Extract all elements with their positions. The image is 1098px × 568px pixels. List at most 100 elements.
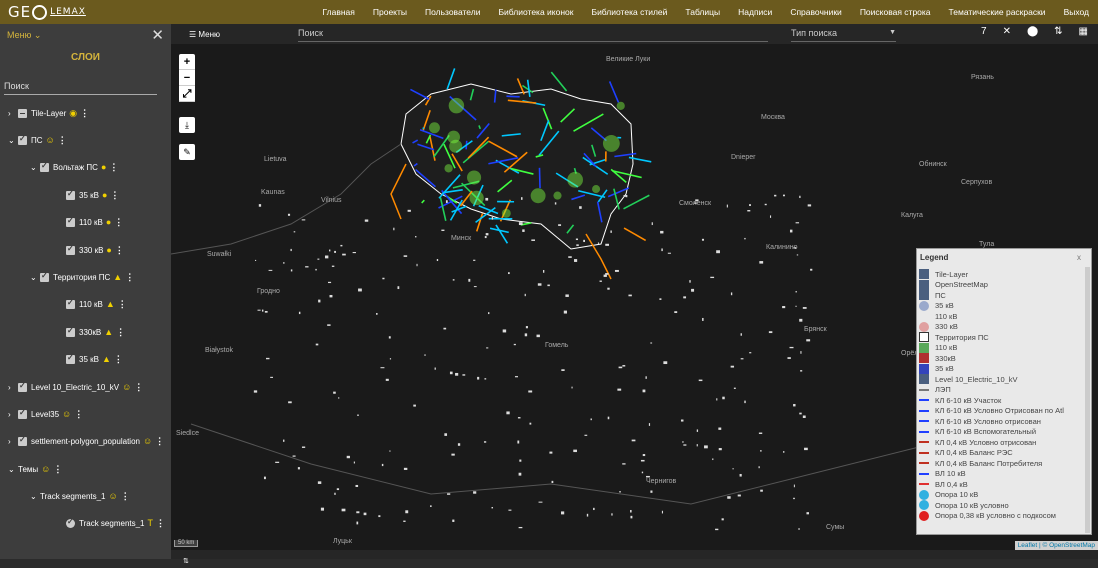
layer-checkbox[interactable]: [66, 519, 75, 528]
more-icon[interactable]: ⋮: [125, 272, 134, 283]
nav-item[interactable]: Библиотека иконок: [498, 7, 573, 17]
location-pin-icon[interactable]: ⬤: [1027, 26, 1038, 37]
layer-item[interactable]: ›Level35☺⋮: [8, 407, 83, 421]
chevron-icon[interactable]: ⌄: [30, 163, 40, 172]
layer-style-icon[interactable]: T: [148, 518, 154, 528]
layer-item[interactable]: ›Level 10_Electric_10_kV☺⋮: [8, 380, 143, 394]
more-icon[interactable]: ⋮: [155, 436, 164, 447]
layer-checkbox[interactable]: [66, 218, 75, 227]
more-icon[interactable]: ⋮: [74, 409, 83, 420]
more-icon[interactable]: ⋮: [110, 190, 119, 201]
more-icon[interactable]: ⋮: [58, 135, 67, 146]
layer-checkbox[interactable]: [18, 410, 27, 419]
layer-item[interactable]: ⌄Территория ПС▲⋮: [30, 270, 134, 284]
chevron-icon[interactable]: ⌄: [30, 492, 40, 501]
layer-checkbox[interactable]: [66, 300, 75, 309]
layer-style-icon[interactable]: ▲: [106, 299, 115, 309]
layer-style-icon[interactable]: ◉: [69, 108, 77, 119]
layer-item[interactable]: Track segments_1T⋮: [66, 516, 165, 530]
layer-style-icon[interactable]: ▲: [113, 272, 122, 282]
nav-item[interactable]: Надписи: [738, 7, 772, 17]
layer-search-input[interactable]: Поиск: [4, 77, 157, 95]
more-icon[interactable]: ⋮: [53, 464, 62, 475]
nav-item[interactable]: Тематические раскраски: [949, 7, 1046, 17]
grid-icon[interactable]: ▦: [1079, 26, 1088, 37]
layer-checkbox[interactable]: [18, 109, 27, 118]
chevron-icon[interactable]: ⌄: [30, 273, 40, 282]
layer-style-icon[interactable]: ☺: [62, 409, 71, 419]
layer-checkbox[interactable]: [66, 355, 75, 364]
tools-icon[interactable]: ✕: [1003, 26, 1011, 37]
layer-style-icon[interactable]: ●: [101, 162, 106, 172]
chevron-icon[interactable]: ›: [8, 383, 18, 392]
layer-item[interactable]: ›Tile-Layer◉⋮: [8, 106, 89, 120]
layer-style-icon[interactable]: ☺: [143, 436, 152, 446]
nav-item[interactable]: Выход: [1064, 7, 1089, 17]
layer-item[interactable]: 35 кВ▲⋮: [66, 352, 123, 366]
draw-icon[interactable]: ✎: [179, 144, 195, 160]
layer-checkbox[interactable]: [66, 246, 75, 255]
nav-item[interactable]: Библиотека стилей: [591, 7, 667, 17]
app-logo[interactable]: GE LEMAX: [8, 3, 86, 21]
layer-item[interactable]: ⌄Темы☺⋮: [8, 462, 62, 476]
nav-item[interactable]: Пользователи: [425, 7, 480, 17]
layer-item[interactable]: 330 кВ●⋮: [66, 243, 124, 257]
more-icon[interactable]: ⋮: [114, 217, 123, 228]
layer-style-icon[interactable]: ▲: [102, 354, 111, 364]
nav-item[interactable]: Поисковая строка: [860, 7, 931, 17]
nav-item[interactable]: Таблицы: [685, 7, 720, 17]
layer-style-icon[interactable]: ▲: [104, 327, 113, 337]
more-icon[interactable]: ⋮: [116, 327, 125, 338]
map-attribution[interactable]: Leaflet | © OpenStreetMap: [1015, 541, 1098, 550]
sort-icon[interactable]: ⇅: [1054, 26, 1062, 37]
download-icon[interactable]: ⤓: [179, 117, 195, 133]
chevron-icon[interactable]: ⌄: [8, 136, 18, 145]
layer-item[interactable]: 330кВ▲⋮: [66, 325, 125, 339]
more-icon[interactable]: ⋮: [115, 245, 124, 256]
more-icon[interactable]: ⋮: [134, 382, 143, 393]
more-icon[interactable]: ⋮: [80, 108, 89, 119]
fullscreen-icon[interactable]: ⤢: [179, 86, 195, 102]
layer-checkbox[interactable]: [40, 163, 49, 172]
layer-checkbox[interactable]: [40, 273, 49, 282]
layer-checkbox[interactable]: [18, 437, 27, 446]
more-icon[interactable]: ⋮: [118, 299, 127, 310]
chevron-icon[interactable]: ›: [8, 410, 18, 419]
layer-item[interactable]: ›settlement-polygon_population☺⋮: [8, 434, 164, 448]
legend-close-icon[interactable]: x: [1077, 253, 1081, 262]
layer-checkbox[interactable]: [66, 191, 75, 200]
layer-item[interactable]: ⌄Вольтаж ПС●⋮: [30, 160, 118, 174]
layer-style-icon[interactable]: ☺: [109, 491, 118, 501]
layer-item[interactable]: ⌄Track segments_1☺⋮: [30, 489, 130, 503]
chevron-icon[interactable]: ›: [8, 109, 18, 118]
search-type-select[interactable]: Тип поиска ▼: [791, 24, 896, 42]
layer-style-icon[interactable]: ☺: [41, 464, 50, 474]
map-search-input[interactable]: Поиск: [298, 24, 768, 42]
sort-icon[interactable]: ⇅: [183, 558, 189, 565]
close-icon[interactable]: ✕: [151, 28, 164, 43]
zoom-out-button[interactable]: −: [179, 70, 195, 86]
layer-style-icon[interactable]: ☺: [122, 382, 131, 392]
more-icon[interactable]: ⋮: [121, 491, 130, 502]
layer-checkbox[interactable]: [66, 328, 75, 337]
more-icon[interactable]: ⋮: [114, 354, 123, 365]
zoom-in-button[interactable]: +: [179, 54, 195, 70]
chevron-icon[interactable]: ›: [8, 437, 18, 446]
layer-item[interactable]: ⌄ПС☺⋮: [8, 133, 67, 147]
layer-style-icon[interactable]: ☺: [46, 135, 55, 145]
nav-item[interactable]: Справочники: [790, 7, 842, 17]
legend-scrollbar[interactable]: [1085, 267, 1090, 533]
layer-item[interactable]: 110 кВ●⋮: [66, 215, 123, 229]
layer-style-icon[interactable]: ●: [106, 245, 111, 255]
map-view[interactable]: LietuvaVilniusKaunasГродноBiałystokСмоле…: [171, 44, 1098, 550]
layer-checkbox[interactable]: [18, 136, 27, 145]
nav-item[interactable]: Главная: [323, 7, 355, 17]
layer-item[interactable]: 35 кВ●⋮: [66, 188, 119, 202]
more-icon[interactable]: ⋮: [156, 518, 165, 529]
layer-checkbox[interactable]: [18, 383, 27, 392]
nav-item[interactable]: Проекты: [373, 7, 407, 17]
more-icon[interactable]: ⋮: [109, 162, 118, 173]
sidebar-menu-toggle[interactable]: Меню ⌄: [7, 30, 41, 41]
layer-item[interactable]: 110 кВ▲⋮: [66, 297, 127, 311]
layer-style-icon[interactable]: ●: [106, 217, 111, 227]
